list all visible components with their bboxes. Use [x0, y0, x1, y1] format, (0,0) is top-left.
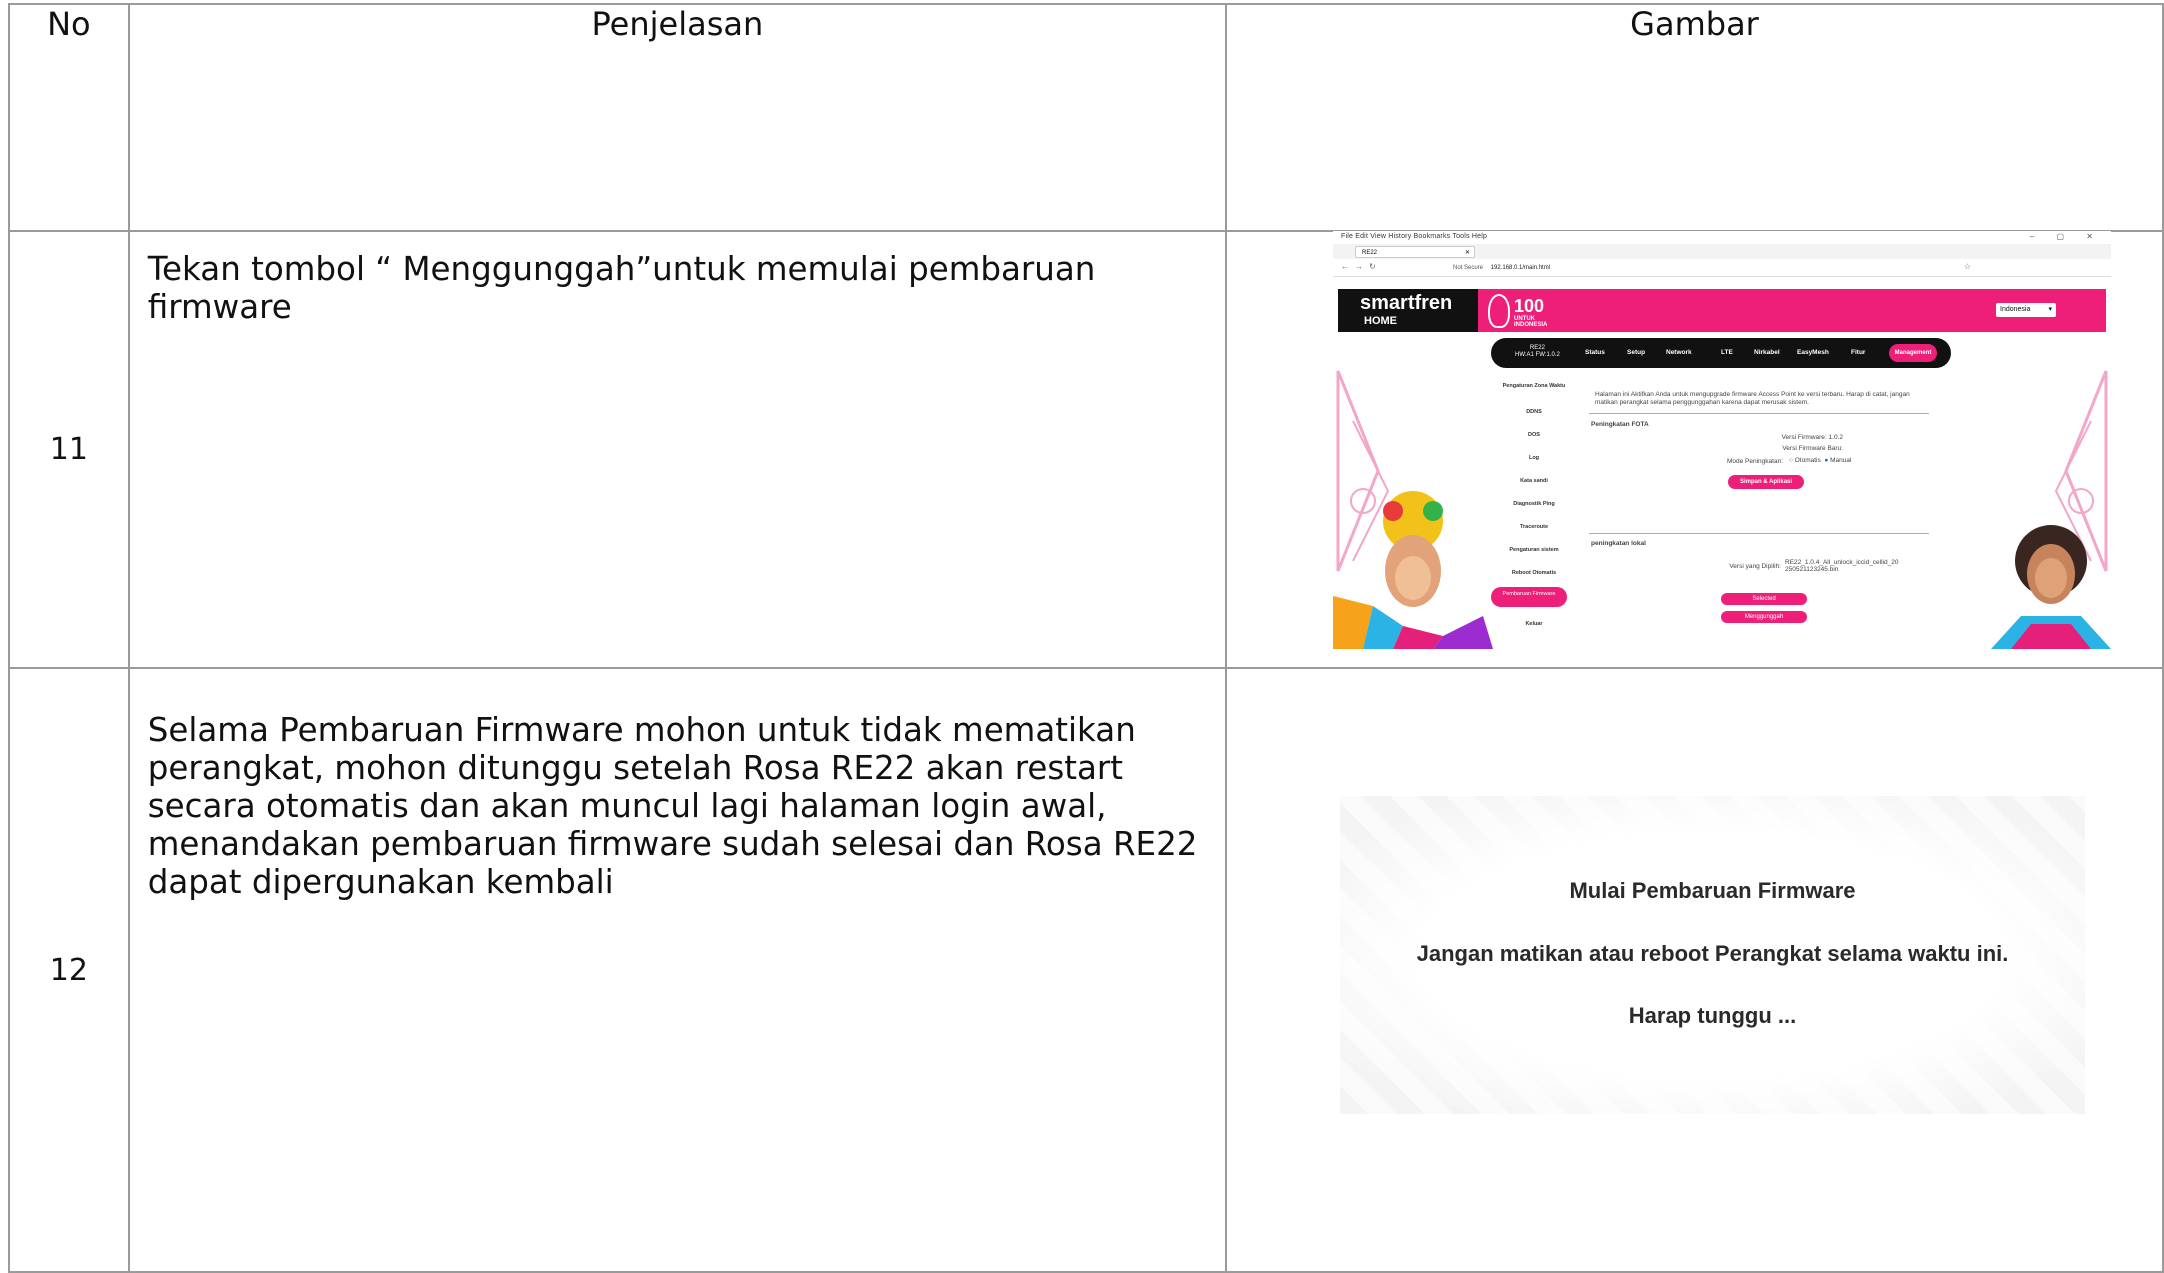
- dancer-illustration-right: [1991, 525, 2111, 649]
- smartfren-logo: smartfren HOME: [1338, 289, 1478, 332]
- forward-icon[interactable]: →: [1355, 262, 1363, 271]
- firmware-page-screenshot: File Edit View History Bookmarks Tools H…: [1333, 231, 2111, 649]
- fota-mode-options: ○ Otomatis ● Manual: [1789, 457, 1851, 464]
- header-row: No Penjelasan Gambar: [8, 3, 2164, 232]
- model-version: HW:A1 FW:1.0.2: [1515, 352, 1560, 358]
- sidebar-item-timezone[interactable]: Pengaturan Zona Waktu: [1498, 383, 1570, 389]
- fota-title: Peningkatan FOTA: [1591, 421, 1649, 428]
- radio-otomatis-label: Otomatis: [1794, 457, 1821, 464]
- document-page: No Penjelasan Gambar 11 Tekan tombol “ M…: [0, 0, 2164, 1273]
- sidebar-item-system[interactable]: Pengaturan sistem: [1498, 547, 1570, 553]
- sidebar-item-ddns[interactable]: DDNS: [1498, 409, 1570, 415]
- browser-menu-bar: File Edit View History Bookmarks Tools H…: [1341, 233, 1488, 240]
- upload-button[interactable]: Menggunggah: [1721, 611, 1807, 623]
- selected-version-label: Versi yang Dipilih:: [1729, 563, 1781, 570]
- fota-current-version: Versi Firmware: 1.0.2: [1781, 434, 1843, 441]
- nav-nirkabel[interactable]: Nirkabel: [1754, 349, 1780, 356]
- progress-wait: Harap tunggu ...: [1628, 1003, 1797, 1028]
- nav-fitur[interactable]: Fitur: [1851, 349, 1865, 356]
- sidebar-item-firmware[interactable]: Pembaruan Firmware: [1491, 587, 1567, 607]
- row-description: Tekan tombol “ Menggunggah”untuk memulai…: [127, 230, 1228, 669]
- language-select[interactable]: Indonesia ▾: [1996, 303, 2056, 317]
- router-header: smartfren HOME 100 UNTUK INDONESIA Indon…: [1338, 289, 2106, 332]
- radio-otomatis[interactable]: ○: [1789, 457, 1793, 464]
- indonesia-100-logo: 100 UNTUK INDONESIA: [1488, 294, 1550, 328]
- nav-network[interactable]: Network: [1666, 349, 1692, 356]
- browser-tab-bar: RE22 ✕: [1333, 244, 2111, 259]
- firmware-progress-screenshot: Mulai Pembaruan Firmware Jangan matikan …: [1340, 796, 2085, 1114]
- sidebar-item-password[interactable]: Kata sandi: [1498, 478, 1570, 484]
- main-nav-bar: RE22 HW:A1 FW:1.0.2 Status Setup Network…: [1491, 338, 1951, 368]
- sidebar-item-ping[interactable]: Diagnostik Ping: [1498, 501, 1570, 507]
- not-secure-label: Not Secure: [1453, 265, 1484, 271]
- header-description: Penjelasan: [127, 3, 1228, 232]
- fota-mode-label: Mode Peningkatan:: [1726, 458, 1783, 465]
- browser-tab-title: RE22: [1362, 250, 1378, 256]
- progress-title: Mulai Pembaruan Firmware: [1569, 878, 1856, 903]
- url-text: 192.168.0.1/main.html: [1490, 265, 1551, 271]
- reload-icon[interactable]: ↻: [1369, 262, 1376, 271]
- language-value: Indonesia: [2000, 306, 2031, 313]
- row-number: 12: [8, 667, 130, 1273]
- intro-text: Halaman ini Aktifkan Anda untuk mengupgr…: [1595, 391, 1910, 406]
- progress-warning: Jangan matikan atau reboot Perangkat sel…: [1416, 941, 2009, 966]
- model-info: RE22 HW:A1 FW:1.0.2: [1515, 345, 1560, 359]
- nav-management[interactable]: Management: [1889, 344, 1937, 362]
- sidebar-item-log[interactable]: Log: [1498, 455, 1570, 461]
- model-name: RE22: [1529, 345, 1545, 351]
- local-upgrade-title: peningkatan lokal: [1591, 540, 1646, 547]
- brand-name: smartfren: [1360, 292, 1453, 314]
- browser-tab[interactable]: RE22 ✕: [1355, 246, 1475, 258]
- close-icon[interactable]: ✕: [1465, 247, 1470, 259]
- nav-lte[interactable]: LTE: [1721, 349, 1733, 356]
- nav-easymesh[interactable]: EasyMesh: [1797, 349, 1829, 356]
- chevron-down-icon: ▾: [2048, 306, 2052, 313]
- brand-sub: HOME: [1364, 315, 1397, 327]
- nav-status[interactable]: Status: [1585, 349, 1605, 356]
- sidebar-item-dos[interactable]: DOS: [1498, 432, 1570, 438]
- dancer-illustration-left: [1333, 491, 1493, 649]
- bookmark-star-icon[interactable]: ☆: [1964, 262, 1971, 271]
- radio-manual-label: Manual: [1830, 457, 1852, 464]
- select-file-button[interactable]: Selected: [1721, 593, 1807, 605]
- radio-manual[interactable]: ●: [1824, 457, 1828, 464]
- header-no: No: [8, 3, 130, 232]
- fota-new-version: Versi Firmware Baru:: [1782, 445, 1843, 452]
- window-controls: – ▢ ✕: [2029, 232, 2103, 241]
- divider: [1589, 533, 1929, 534]
- logo-flame-icon: [1488, 294, 1510, 328]
- sidebar-item-traceroute[interactable]: Traceroute: [1498, 524, 1570, 530]
- divider: [1589, 413, 1929, 414]
- selected-file-name: RE22_1.0.4_All_unlock_iccid_cellid_20250…: [1785, 559, 1899, 573]
- logo-text: UNTUK INDONESIA: [1514, 316, 1548, 328]
- row-number: 11: [8, 230, 130, 669]
- sidebar-item-auto-reboot[interactable]: Reboot Otomatis: [1498, 570, 1570, 576]
- nav-setup[interactable]: Setup: [1627, 349, 1645, 356]
- sidebar-item-logout[interactable]: Keluar: [1498, 621, 1570, 627]
- back-icon[interactable]: ←: [1341, 262, 1349, 271]
- url-field[interactable]: Not Secure 192.168.0.1/main.html: [1453, 262, 1550, 274]
- save-apply-button[interactable]: Simpan & Aplikasi: [1728, 475, 1804, 489]
- browser-address-bar[interactable]: ← → ↻ Not Secure 192.168.0.1/main.html ☆: [1333, 260, 2111, 277]
- logo-number: 100: [1514, 296, 1545, 316]
- header-image: Gambar: [1225, 3, 2164, 232]
- row-description: Selama Pembaruan Firmware mohon untuk ti…: [127, 667, 1228, 1273]
